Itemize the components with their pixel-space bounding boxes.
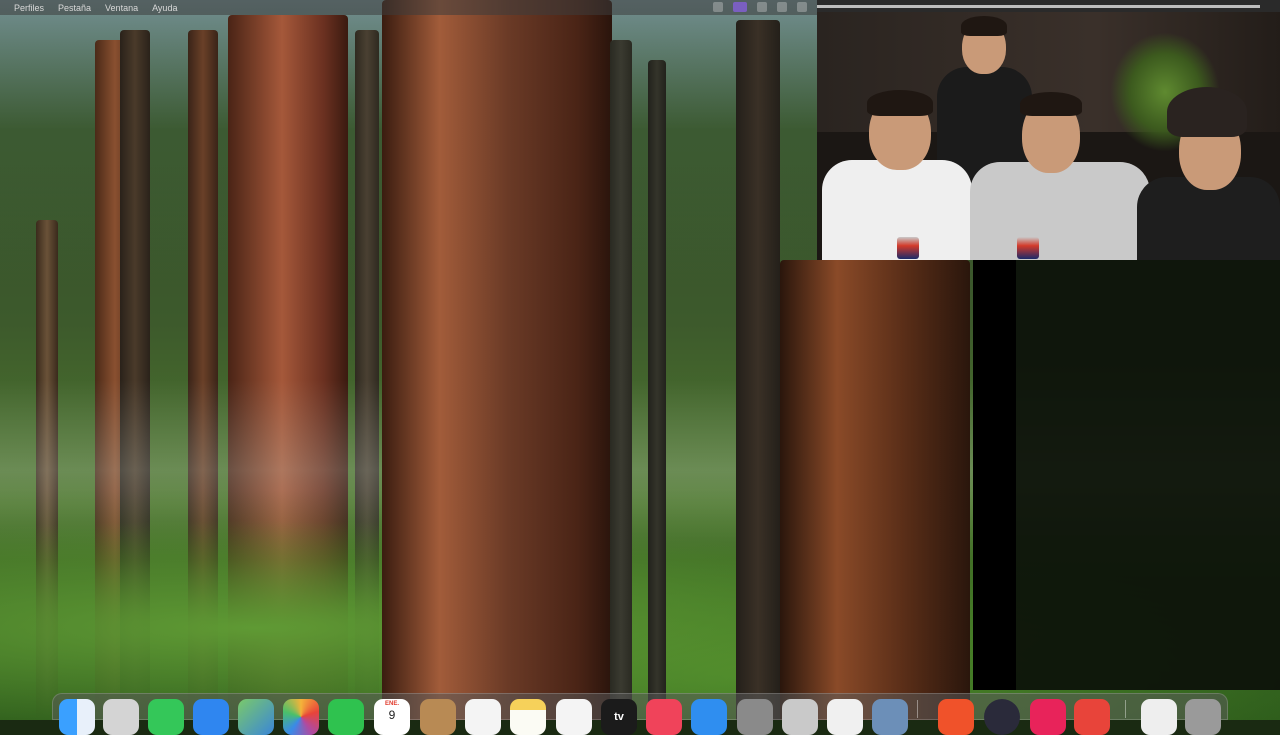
- calendar-icon[interactable]: ENE. 9: [374, 699, 410, 735]
- finder-icon[interactable]: [59, 699, 95, 735]
- mail-icon[interactable]: [193, 699, 229, 735]
- tree-trunk: [736, 20, 780, 720]
- menu-ayuda[interactable]: Ayuda: [152, 3, 177, 13]
- tiktok-icon[interactable]: [1030, 699, 1066, 735]
- status-icon[interactable]: [713, 2, 723, 12]
- control-icon[interactable]: [733, 2, 747, 12]
- calendar-month: ENE.: [384, 701, 399, 707]
- battery-icon[interactable]: [777, 2, 787, 12]
- messages-icon[interactable]: [148, 699, 184, 735]
- music-icon[interactable]: [646, 699, 682, 735]
- person: [817, 12, 1280, 260]
- preview-icon[interactable]: [872, 699, 908, 735]
- dark-overlay-panel: [973, 260, 1280, 690]
- photos-icon[interactable]: [283, 699, 319, 735]
- moon-icon[interactable]: [757, 2, 767, 12]
- obs-icon[interactable]: [984, 699, 1020, 735]
- tree-trunk: [780, 260, 970, 720]
- black-strip: [973, 260, 1016, 690]
- webcam-overlay: [817, 12, 1280, 260]
- freeform-icon[interactable]: [556, 699, 592, 735]
- system-settings-icon[interactable]: [737, 699, 773, 735]
- appletv-icon[interactable]: tv: [601, 699, 637, 735]
- menu-perfiles[interactable]: Perfiles: [14, 3, 44, 13]
- maps-icon[interactable]: [238, 699, 274, 735]
- downloads-stack-icon[interactable]: [1141, 699, 1177, 735]
- wifi-icon[interactable]: [797, 2, 807, 12]
- iphone-mirroring-icon[interactable]: [782, 699, 818, 735]
- reminders-icon[interactable]: [465, 699, 501, 735]
- brave-icon[interactable]: [938, 699, 974, 735]
- tree-trunk: [382, 0, 612, 720]
- appletv-label: tv: [614, 711, 624, 723]
- tree-trunk: [648, 60, 666, 720]
- textedit-icon[interactable]: [827, 699, 863, 735]
- facetime-icon[interactable]: [328, 699, 364, 735]
- contacts-icon[interactable]: [420, 699, 456, 735]
- appstore-icon[interactable]: [691, 699, 727, 735]
- tree-trunk: [610, 40, 632, 720]
- dock-separator: [917, 700, 918, 718]
- drink-can: [1017, 237, 1039, 259]
- brave-beta-icon[interactable]: [1074, 699, 1110, 735]
- launchpad-icon[interactable]: [103, 699, 139, 735]
- menu-pestana[interactable]: Pestaña: [58, 3, 91, 13]
- menu-bar-extension: [817, 0, 1280, 12]
- drink-can: [897, 237, 919, 259]
- status-icons: [713, 2, 807, 12]
- dock: ENE. 9 tv: [52, 693, 1228, 735]
- dock-separator: [1125, 700, 1126, 718]
- menu-bar: Perfiles Pestaña Ventana Ayuda: [0, 0, 817, 15]
- menu-ventana[interactable]: Ventana: [105, 3, 138, 13]
- notes-icon[interactable]: [510, 699, 546, 735]
- trash-icon[interactable]: [1185, 699, 1221, 735]
